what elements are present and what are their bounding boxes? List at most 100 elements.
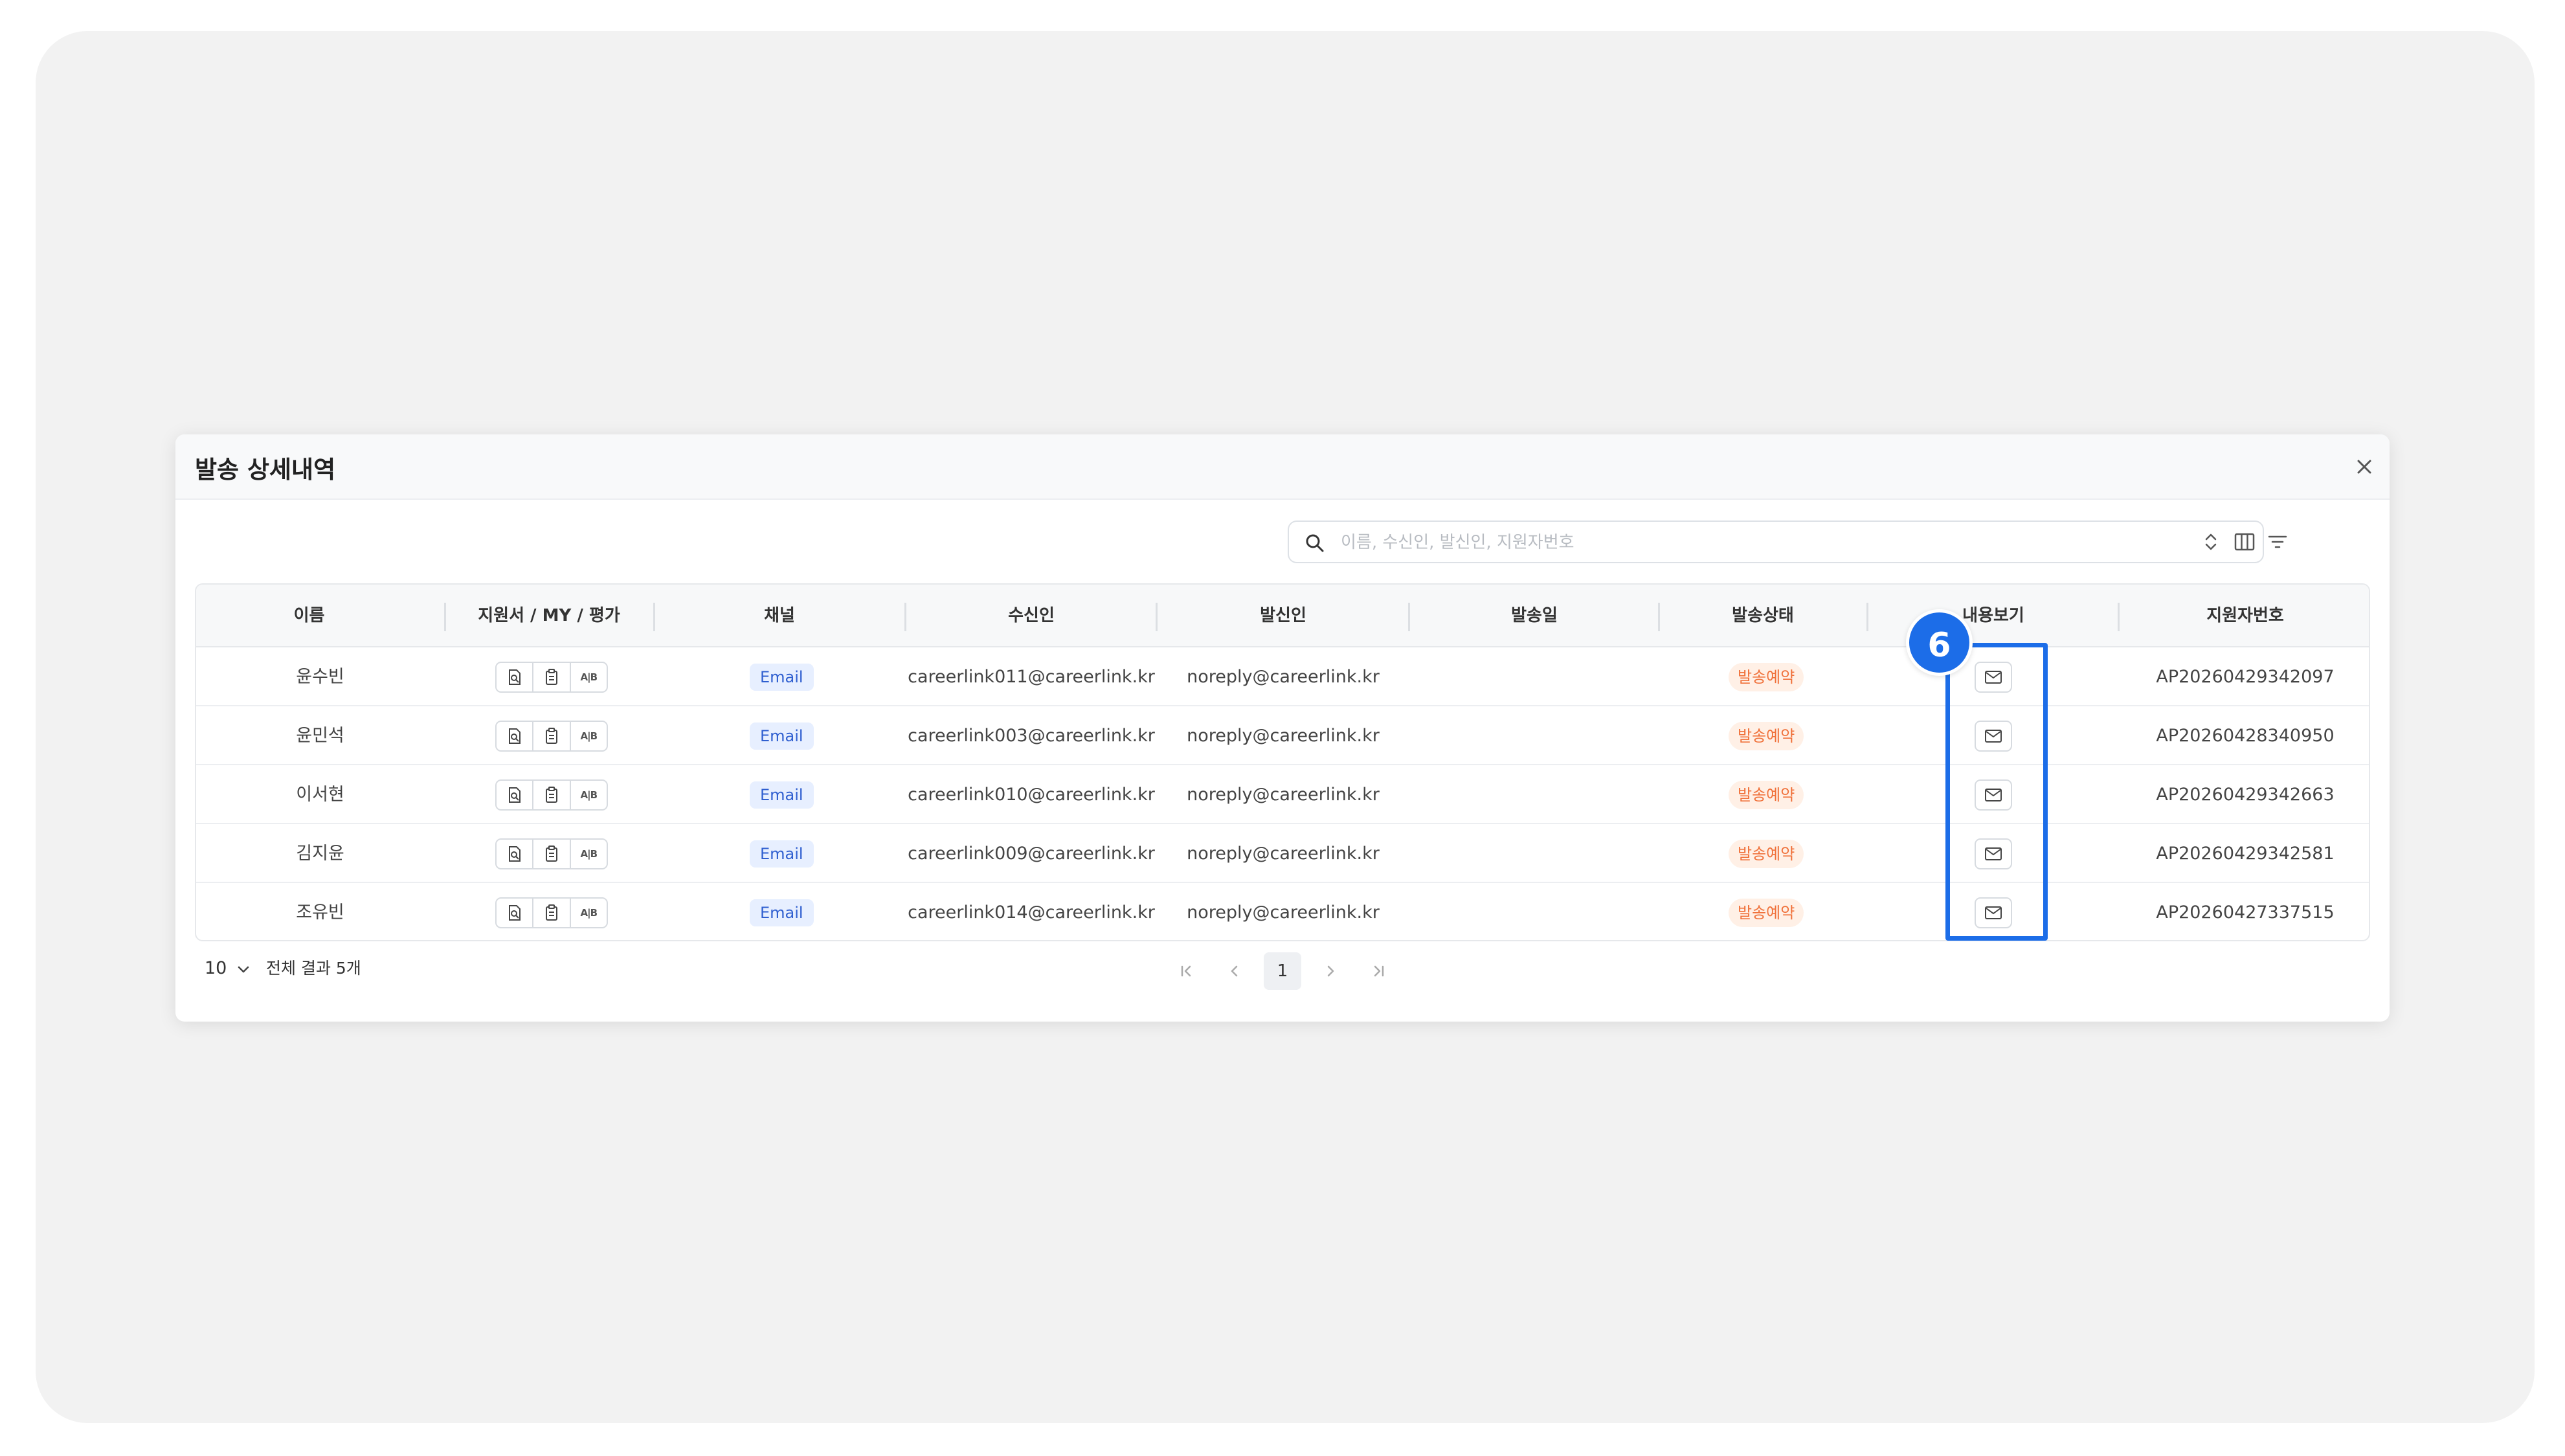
status-badge: 발송예약 [1729,722,1804,750]
filter-icon[interactable] [2266,530,2289,554]
columns-icon[interactable] [2233,530,2256,554]
application-actions: A|B [495,779,608,811]
cell-sent-date [1409,706,1659,765]
ab-eval-icon: A|B [580,671,598,683]
application-view-icon [508,905,521,921]
prev-page-button[interactable] [1216,952,1253,990]
dialog-header: 발송 상세내역 [175,434,2390,500]
evaluation-button[interactable]: A|B [571,899,607,927]
evaluation-button[interactable]: A|B [571,781,607,809]
evaluation-button[interactable]: A|B [571,840,607,868]
cell-applicant-no: AP20260429342097 [2156,667,2335,687]
column-header-sender: 발신인 [1260,606,1306,625]
channel-badge: Email [750,899,814,926]
cell-recipient: careerlink011@careerlink.kr [908,667,1155,687]
step-number-badge: 6 [1906,609,1973,676]
cell-recipient: careerlink003@careerlink.kr [908,726,1155,746]
next-page-icon [1327,965,1334,977]
page-size-value: 10 [205,958,227,978]
total-results: 전체 결과 5개 [266,959,361,978]
first-page-icon [1181,965,1191,977]
application-view-icon [508,846,521,862]
cell-applicant-no: AP20260429342663 [2156,785,2335,805]
close-button[interactable] [2351,454,2377,480]
search-icon [1306,534,1324,552]
column-header-channel: 채널 [764,606,795,625]
column-header-application: 지원서 / MY / 평가 [478,606,620,625]
next-page-button[interactable] [1312,952,1349,990]
view-application-button[interactable] [497,899,534,927]
column-header-name: 이름 [293,606,325,625]
my-page-button[interactable] [533,663,571,691]
column-header-status: 발송상태 [1732,606,1794,625]
last-page-icon [1374,965,1384,977]
last-page-button[interactable] [1360,952,1398,990]
channel-badge: Email [750,722,814,750]
clipboard-icon [545,728,557,744]
prev-page-icon [1231,965,1238,977]
view-application-button[interactable] [497,781,534,809]
page-size-select[interactable]: 10 [205,954,251,983]
view-application-button[interactable] [497,722,534,750]
cell-sender: noreply@careerlink.kr [1187,902,1380,923]
cell-recipient: careerlink009@careerlink.kr [908,844,1155,864]
column-header-applicant-no: 지원자번호 [2206,606,2284,625]
cell-sender: noreply@careerlink.kr [1187,844,1380,864]
cell-name: 윤수빈 [296,667,344,687]
ab-eval-icon: A|B [580,848,598,860]
view-application-button[interactable] [497,840,534,868]
ab-eval-icon: A|B [580,789,598,801]
cell-applicant-no: AP20260427337515 [2156,902,2335,923]
cell-sender: noreply@careerlink.kr [1187,785,1380,805]
cell-name: 윤민석 [296,726,344,746]
sort-icon[interactable] [2199,530,2223,554]
application-actions: A|B [495,662,608,693]
my-page-button[interactable] [533,840,571,868]
cell-recipient: careerlink014@careerlink.kr [908,902,1155,923]
cell-applicant-no: AP20260428340950 [2156,726,2335,746]
evaluation-button[interactable]: A|B [571,722,607,750]
cell-sent-date [1409,647,1659,706]
cell-sent-date [1409,883,1659,940]
application-view-icon [508,728,521,744]
cell-sender: noreply@careerlink.kr [1187,667,1380,687]
cell-recipient: careerlink010@careerlink.kr [908,785,1155,805]
status-badge: 발송예약 [1729,781,1804,809]
application-actions: A|B [495,897,608,928]
view-application-button[interactable] [497,663,534,691]
channel-badge: Email [750,840,814,868]
send-detail-dialog: 발송 상세내역 이름 지원서 / MY / 평가 채널 수신인 [175,434,2390,1022]
status-badge: 발송예약 [1729,840,1804,868]
my-page-button[interactable] [533,781,571,809]
my-page-button[interactable] [533,722,571,750]
cell-name: 김지윤 [296,844,344,864]
cell-applicant-no: AP20260429342581 [2156,844,2335,864]
evaluation-button[interactable]: A|B [571,663,607,691]
my-page-button[interactable] [533,899,571,927]
clipboard-icon [545,904,557,921]
application-view-icon [508,787,521,803]
column-header-recipient: 수신인 [1008,606,1055,625]
cell-name: 조유빈 [296,902,344,923]
view-column-highlight [1945,643,2048,941]
table-header: 이름 지원서 / MY / 평가 채널 수신인 발신인 발송일 발송상태 내용보… [196,585,2369,647]
channel-badge: Email [750,664,814,691]
clipboard-icon [545,846,557,862]
clipboard-icon [545,669,557,685]
search-box[interactable] [1288,521,2264,563]
search-input[interactable] [1341,528,2247,557]
clipboard-icon [545,787,557,803]
first-page-button[interactable] [1167,952,1205,990]
status-badge: 발송예약 [1729,663,1804,691]
status-badge: 발송예약 [1729,899,1804,927]
page-number-current[interactable]: 1 [1264,952,1301,990]
ab-eval-icon: A|B [580,730,598,742]
column-header-sent-date: 발송일 [1511,606,1558,625]
cell-sent-date [1409,765,1659,824]
close-icon [2357,460,2371,474]
application-actions: A|B [495,838,608,869]
ab-eval-icon: A|B [580,907,598,919]
column-header-view: 내용보기 [1962,606,2024,625]
cell-name: 이서현 [296,785,344,805]
cell-sender: noreply@careerlink.kr [1187,726,1380,746]
